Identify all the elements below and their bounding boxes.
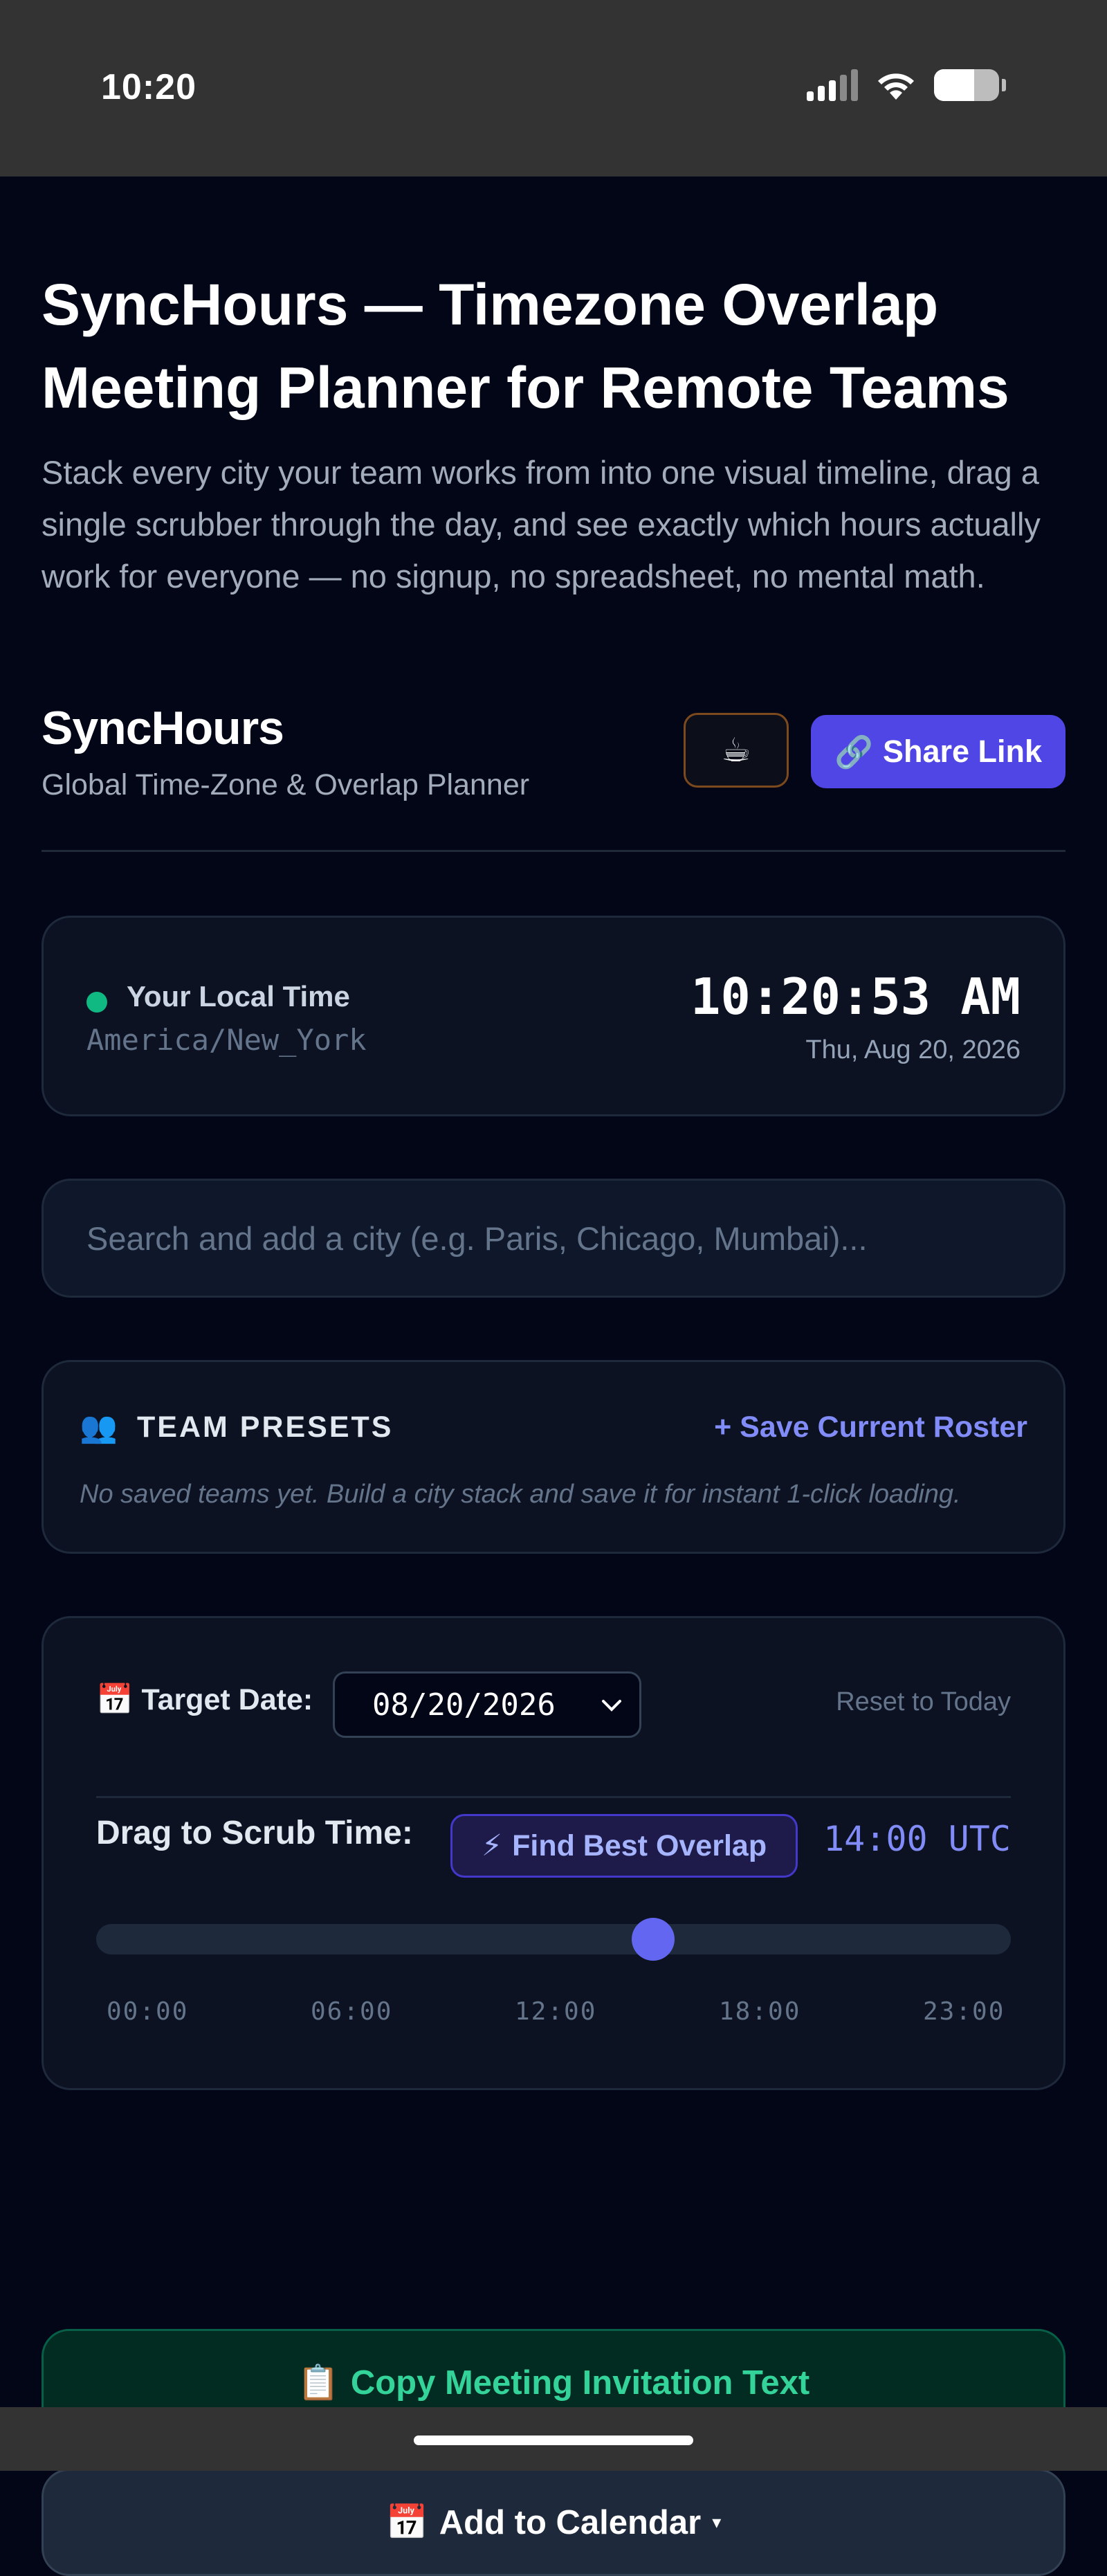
target-date-input[interactable]: 08/20/2026 — [333, 1671, 641, 1738]
status-bar: 10:20 — [0, 0, 1107, 176]
time-slider-thumb[interactable] — [631, 1918, 675, 1961]
calendar-icon: 📅 — [385, 2504, 428, 2541]
local-clock: 10:20:53 AM — [690, 968, 1021, 1026]
chevron-down-icon — [602, 1700, 621, 1712]
slider-tick-label: 12:00 — [515, 1997, 597, 2026]
local-time-label: Your Local Time — [127, 980, 350, 1013]
share-link-button[interactable]: 🔗 Share Link — [811, 715, 1065, 788]
scrub-label: Drag to Scrub Time: — [96, 1815, 413, 1851]
calendar-icon: 📅 — [96, 1683, 134, 1716]
reset-today-button[interactable]: Reset to Today — [836, 1687, 1011, 1717]
time-scrubber-card: 📅 Target Date: 08/20/2026 Reset to Today… — [42, 1616, 1065, 2090]
city-search-input[interactable] — [44, 1181, 1063, 1296]
local-timezone: America/New_York — [86, 1023, 367, 1057]
signal-icon — [807, 69, 858, 101]
team-icon: 👥 — [80, 1411, 118, 1444]
city-search — [42, 1179, 1065, 1298]
clipboard-icon: 📋 — [297, 2364, 340, 2402]
copy-invitation-label: Copy Meeting Invitation Text — [350, 2364, 810, 2402]
brand-name: SyncHours — [42, 702, 284, 754]
share-link-label: Share Link — [882, 734, 1043, 769]
target-date-label: 📅 Target Date: — [96, 1682, 313, 1717]
find-best-overlap-label: Find Best Overlap — [512, 1829, 767, 1862]
scrubber-divider — [96, 1796, 1011, 1798]
link-icon: 🔗 — [834, 734, 873, 770]
local-time-card: Your Local Time America/New_York 10:20:5… — [42, 916, 1065, 1116]
add-to-calendar-button[interactable]: 📅 Add to Calendar ▾ — [42, 2469, 1065, 2576]
page-subtitle: Stack every city your team works from in… — [42, 454, 1041, 595]
coffee-button[interactable]: ☕ — [684, 713, 789, 788]
wifi-icon — [878, 73, 914, 100]
slider-tick-label: 06:00 — [311, 1997, 393, 2026]
status-time: 10:20 — [101, 67, 196, 107]
find-best-overlap-button[interactable]: ⚡ Find Best Overlap — [450, 1814, 798, 1878]
status-icons — [807, 69, 1006, 101]
coffee-icon: ☕ — [721, 732, 751, 769]
target-date-value: 08/20/2026 — [372, 1687, 556, 1723]
lightning-icon: ⚡ — [481, 1829, 503, 1862]
team-presets-title: TEAM PRESETS — [137, 1411, 394, 1444]
home-indicator[interactable] — [414, 2436, 693, 2445]
caret-down-icon: ▾ — [712, 2512, 722, 2532]
local-date: Thu, Aug 20, 2026 — [805, 1035, 1021, 1064]
battery-cap — [1002, 79, 1006, 91]
time-slider-track[interactable] — [96, 1918, 1011, 1961]
presets-empty-text: No saved teams yet. Build a city stack a… — [80, 1480, 961, 1509]
slider-tick-label: 00:00 — [107, 1997, 189, 2026]
team-presets-card: 👥 TEAM PRESETS + Save Current Roster No … — [42, 1360, 1065, 1554]
battery-icon — [934, 69, 999, 101]
header-divider — [42, 850, 1065, 852]
slider-tick-label: 18:00 — [719, 1997, 801, 2026]
brand-tagline: Global Time-Zone & Overlap Planner — [42, 768, 530, 801]
utc-time-readout: 14:00 UTC — [823, 1819, 1011, 1859]
status-dot-icon — [86, 992, 107, 1013]
home-indicator-area — [0, 2407, 1107, 2471]
page-title: SyncHours — Timezone Overlap Meeting Pla… — [42, 272, 1009, 420]
target-date-text: Target Date: — [141, 1683, 313, 1716]
slider-tick-label: 23:00 — [923, 1997, 1005, 2026]
add-to-calendar-label: Add to Calendar — [439, 2503, 702, 2541]
save-roster-button[interactable]: + Save Current Roster — [714, 1411, 1027, 1444]
